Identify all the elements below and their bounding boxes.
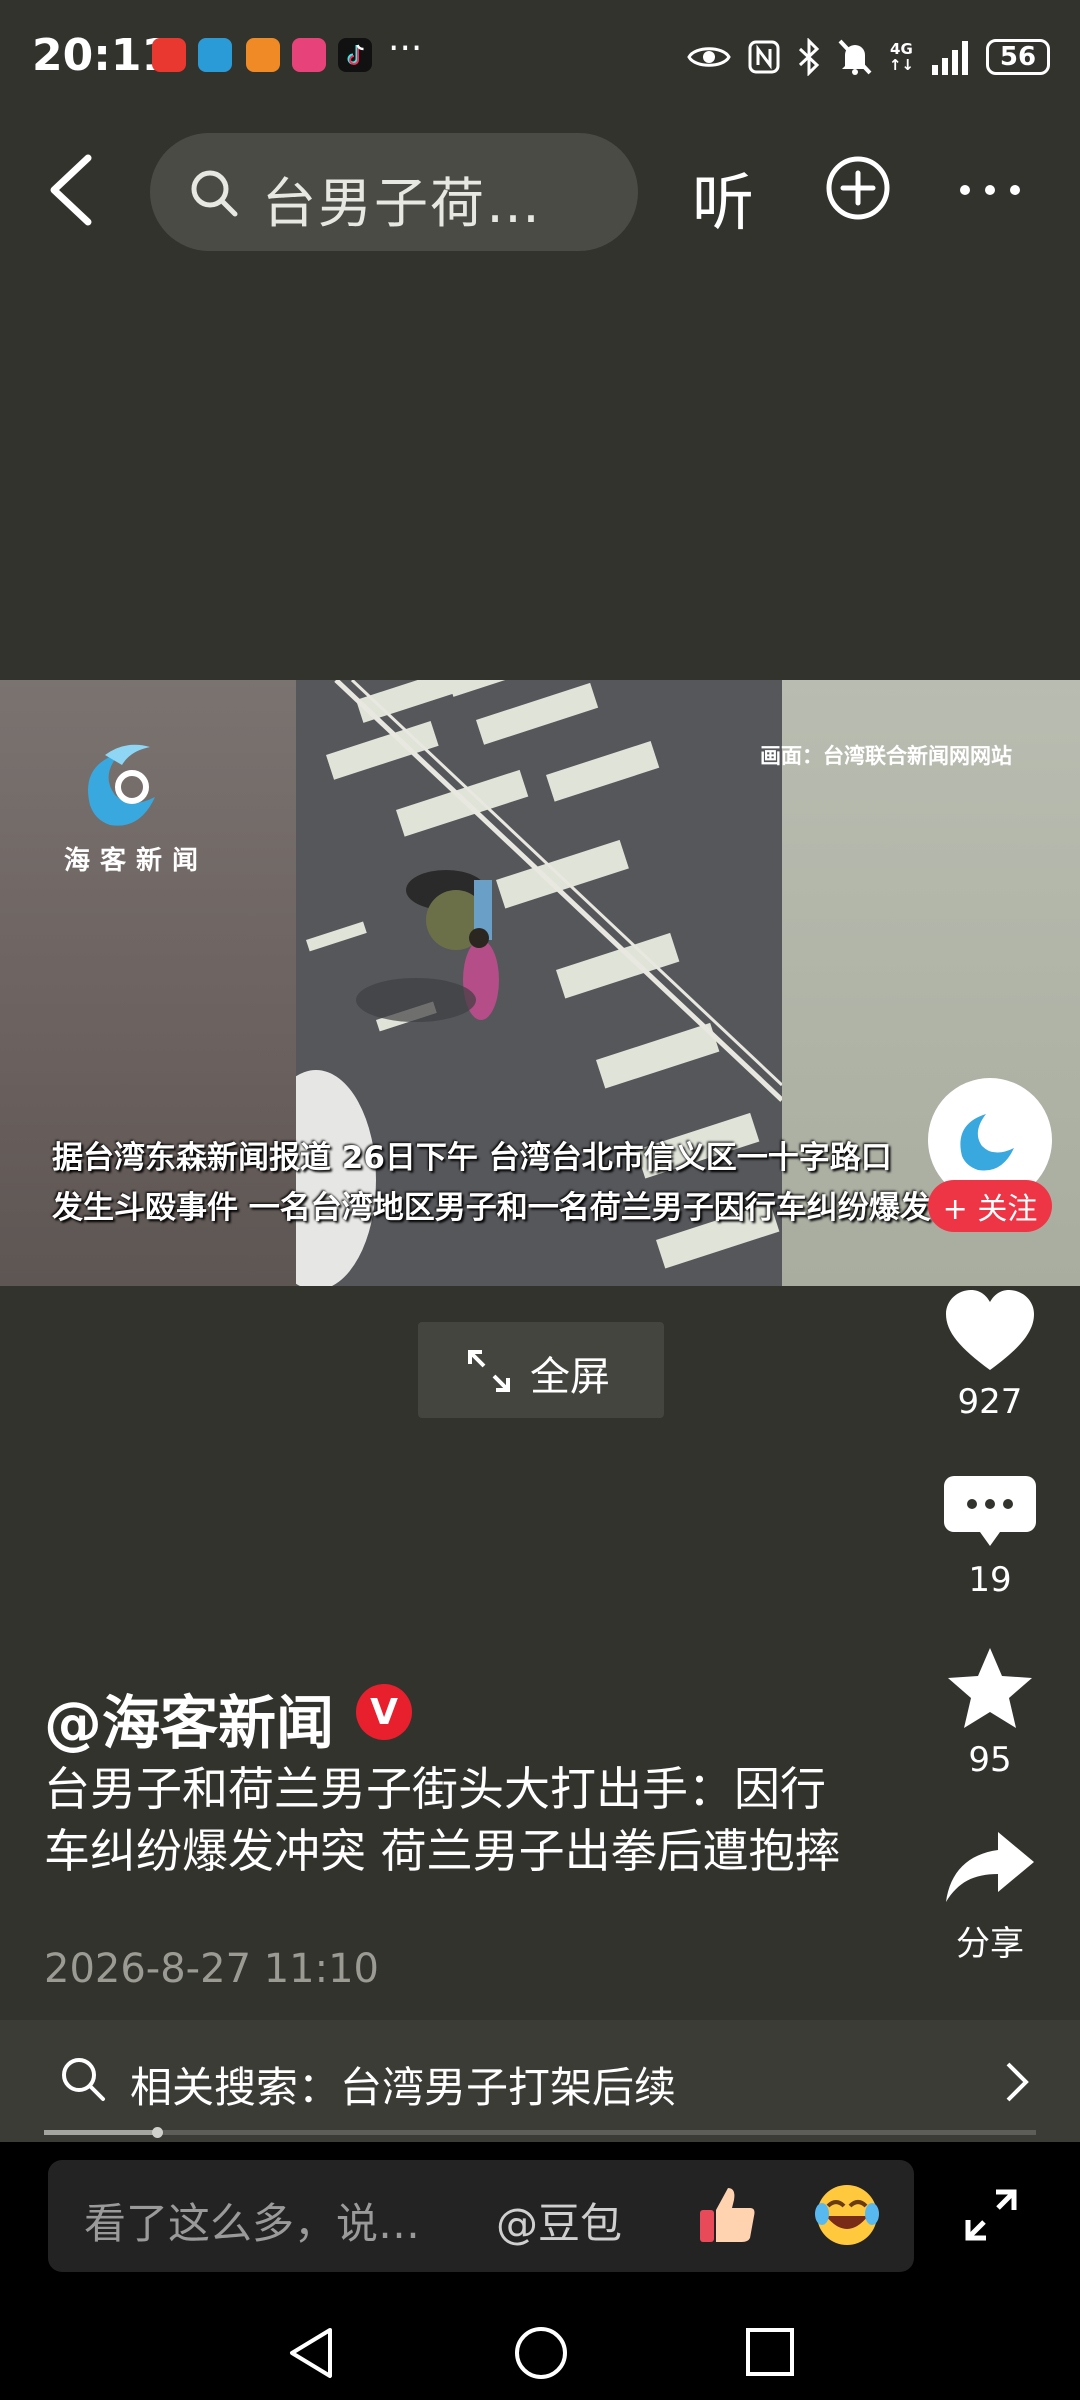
heart-icon bbox=[946, 1290, 1034, 1370]
search-bar[interactable]: 台男子荷… bbox=[150, 133, 638, 251]
network-type: 4G ↑↓ bbox=[888, 40, 914, 74]
chevron-left-icon bbox=[50, 154, 92, 226]
subtitle-line-2: 发生斗殴事件 一名台湾地区男子和一名荷兰男子因行车纠纷爆发 bbox=[52, 1190, 931, 1226]
share-button[interactable]: 分享 bbox=[940, 1828, 1040, 1964]
nfc-icon bbox=[748, 40, 780, 74]
status-bar: 20:11 ··· 4G ↑↓ 56 bbox=[0, 0, 1080, 115]
eye-icon bbox=[687, 47, 731, 67]
bottom-bar: 看了这么多，说… @豆包 bbox=[0, 2142, 1080, 2400]
tiktok-icon bbox=[338, 38, 372, 72]
chevron-right-icon bbox=[1006, 2062, 1029, 2102]
comment-placeholder: 看了这么多，说… bbox=[84, 2199, 421, 2248]
mute-bell-icon bbox=[838, 39, 872, 75]
mention-doubao-button[interactable]: @豆包 bbox=[496, 2190, 622, 2251]
add-button[interactable] bbox=[825, 155, 891, 221]
comment-button[interactable]: 19 bbox=[940, 1472, 1040, 1600]
expand-icon bbox=[468, 1350, 510, 1392]
fullscreen-button[interactable]: 全屏 bbox=[418, 1322, 664, 1418]
back-button[interactable] bbox=[40, 150, 110, 230]
more-notifications-icon: ··· bbox=[388, 28, 423, 69]
system-home-button[interactable] bbox=[512, 2324, 570, 2382]
laughing-emoji-icon[interactable] bbox=[812, 2180, 882, 2250]
brand-logo bbox=[88, 744, 155, 826]
related-search-bar[interactable]: 相关搜索：台湾男子打架后续 bbox=[0, 2020, 1080, 2144]
playback-progress-bar[interactable] bbox=[44, 2127, 1036, 2138]
app-notification-icon bbox=[246, 38, 280, 72]
app-notification-icon bbox=[292, 38, 326, 72]
signal-icon bbox=[932, 41, 968, 75]
favorite-count: 95 bbox=[968, 1740, 1012, 1780]
subtitle-line-1: 据台湾东森新闻报道 26日下午 台湾台北市信义区一十字路口 bbox=[52, 1140, 892, 1176]
source-caption: 画面：台湾联合新闻网网站 bbox=[760, 744, 1012, 768]
follow-button[interactable]: + 关注 bbox=[928, 1180, 1052, 1232]
star-icon bbox=[948, 1648, 1032, 1728]
video-title: 台男子和荷兰男子街头大打出手：因行车纠纷爆发冲突 荷兰男子出拳后遭抱摔 bbox=[44, 1762, 841, 1878]
search-icon bbox=[62, 2058, 105, 2101]
verified-badge-icon: V bbox=[356, 1684, 412, 1740]
app-notification-icon bbox=[198, 38, 232, 72]
more-options-button[interactable] bbox=[955, 160, 1025, 220]
more-dots-icon bbox=[960, 185, 1020, 195]
search-query-text: 台男子荷… bbox=[262, 172, 542, 235]
playback-progress-thumb[interactable] bbox=[152, 2127, 164, 2138]
search-icon bbox=[191, 170, 238, 217]
playback-progress-fill bbox=[44, 2130, 158, 2135]
listen-button[interactable]: 听 bbox=[692, 152, 754, 242]
share-label: 分享 bbox=[956, 1924, 1024, 1964]
thumbs-up-emoji-icon[interactable] bbox=[694, 2182, 760, 2248]
author-name[interactable]: @海客新闻 bbox=[44, 1676, 334, 1760]
battery-icon: 56 bbox=[986, 39, 1050, 75]
comment-input[interactable]: 看了这么多，说… @豆包 bbox=[48, 2160, 914, 2272]
video-player[interactable]: 海客新闻 画面：台湾联合新闻网网站 据台湾东森新闻报道 26日下午 台湾台北市信… bbox=[0, 680, 1080, 1286]
brand-name: 海客新闻 bbox=[64, 846, 209, 876]
app-notification-icon bbox=[152, 38, 186, 72]
like-button[interactable]: 927 bbox=[940, 1286, 1040, 1422]
comment-icon bbox=[944, 1476, 1036, 1546]
fullscreen-label: 全屏 bbox=[530, 1354, 610, 1400]
related-search-text: 相关搜索：台湾男子打架后续 bbox=[130, 2063, 677, 2112]
comment-count: 19 bbox=[968, 1560, 1012, 1600]
system-back-button[interactable] bbox=[284, 2324, 340, 2382]
bluetooth-icon bbox=[798, 38, 820, 76]
like-count: 927 bbox=[957, 1382, 1023, 1422]
share-arrow-icon bbox=[946, 1832, 1034, 1902]
plus-circle-icon bbox=[826, 156, 890, 220]
system-recents-button[interactable] bbox=[744, 2326, 796, 2378]
favorite-button[interactable]: 95 bbox=[940, 1644, 1040, 1780]
system-status-icons: 4G ↑↓ 56 bbox=[687, 32, 1050, 82]
expand-arrows-icon[interactable] bbox=[962, 2186, 1020, 2244]
post-date: 2026-8-27 11:10 bbox=[44, 1946, 379, 1992]
